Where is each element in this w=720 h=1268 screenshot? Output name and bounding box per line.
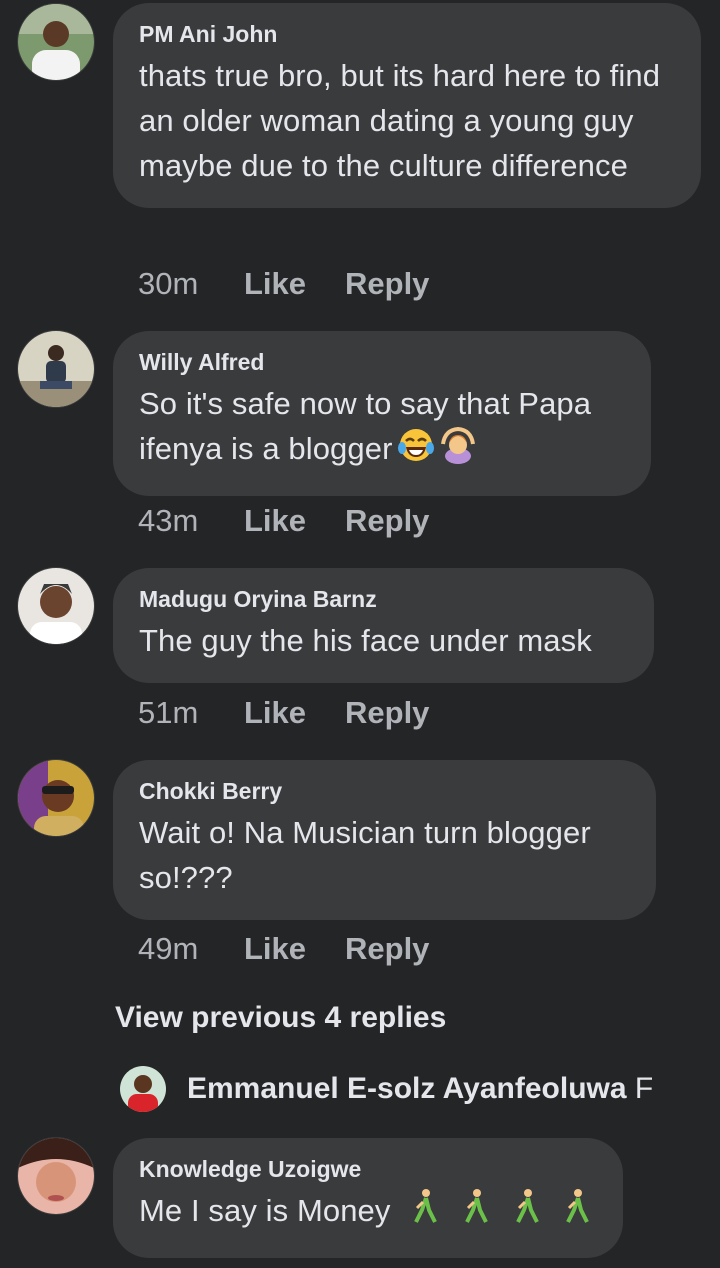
avatar[interactable] — [120, 1066, 166, 1112]
reply-button[interactable]: Reply — [345, 693, 429, 733]
like-button[interactable]: Like — [244, 929, 345, 969]
comment-thread: PM Ani John thats true bro, but its hard… — [0, 0, 720, 1268]
comment-author[interactable]: PM Ani John — [139, 19, 675, 49]
comment-bubble[interactable]: Chokki Berry Wait o! Na Musician turn bl… — [113, 760, 656, 920]
like-button[interactable]: Like — [244, 501, 345, 541]
comment-text: thats true bro, but its hard here to fin… — [139, 58, 661, 183]
reply-preview-author: Emmanuel E-solz Ayanfeoluwa F — [187, 1069, 653, 1109]
comment-time: 51m — [138, 695, 199, 730]
comment-bubble[interactable]: PM Ani John thats true bro, but its hard… — [113, 3, 701, 208]
comment-author[interactable]: Madugu Oryina Barnz — [139, 584, 628, 614]
avatar[interactable] — [18, 331, 94, 407]
comment-bubble[interactable]: Knowledge Uzoigwe Me I say is Money — [113, 1138, 623, 1258]
comment-author[interactable]: Knowledge Uzoigwe — [139, 1154, 597, 1184]
user-avatar-icon — [18, 4, 94, 80]
comment-actions: 43m Like Reply — [138, 501, 429, 541]
comment-author[interactable]: Chokki Berry — [139, 776, 630, 806]
reply-preview[interactable]: Emmanuel E-solz Ayanfeoluwa F — [120, 1065, 720, 1113]
user-avatar-icon — [18, 331, 94, 407]
comment-text: Me I say is Money — [139, 1188, 597, 1238]
person-walking-emoji-icon — [411, 1188, 441, 1238]
user-avatar-icon — [18, 760, 94, 836]
comment-text: So it's safe now to say that Papa ifenya… — [139, 381, 625, 476]
user-avatar-icon — [18, 1138, 94, 1214]
person-walking-emoji-icon — [513, 1188, 543, 1238]
reply-preview-text: F — [634, 1072, 654, 1105]
comment-actions: 49m Like Reply — [138, 929, 429, 969]
comment-author[interactable]: Willy Alfred — [139, 347, 625, 377]
tears-of-joy-emoji-icon — [397, 426, 435, 476]
user-avatar-icon — [18, 568, 94, 644]
avatar[interactable] — [18, 1138, 94, 1214]
comment-text-content: Me I say is Money — [139, 1193, 391, 1229]
reply-button[interactable]: Reply — [345, 264, 429, 304]
avatar[interactable] — [18, 568, 94, 644]
avatar[interactable] — [18, 760, 94, 836]
reply-button[interactable]: Reply — [345, 501, 429, 541]
user-avatar-icon — [120, 1066, 166, 1112]
comment-text-content: So it's safe now to say that Papa ifenya… — [139, 386, 592, 467]
reply-button[interactable]: Reply — [345, 929, 429, 969]
person-gesturing-ok-emoji-icon — [439, 426, 477, 476]
like-button[interactable]: Like — [244, 693, 345, 733]
comment-actions: 51m Like Reply — [138, 693, 429, 733]
comment-text: Wait o! Na Musician turn blogger so!??? — [139, 815, 591, 895]
comment-bubble[interactable]: Willy Alfred So it's safe now to say tha… — [113, 331, 651, 496]
comment-time: 30m — [138, 266, 199, 301]
reply-preview-name: Emmanuel E-solz Ayanfeoluwa — [187, 1072, 627, 1105]
comment-actions: 30m Like Reply — [138, 264, 429, 304]
avatar[interactable] — [18, 4, 94, 80]
person-walking-emoji-icon — [563, 1188, 593, 1238]
like-button[interactable]: Like — [244, 264, 345, 304]
person-walking-emoji-icon — [462, 1188, 492, 1238]
comment-bubble[interactable]: Madugu Oryina Barnz The guy the his face… — [113, 568, 654, 683]
comment-time: 49m — [138, 931, 199, 966]
comment-text: The guy the his face under mask — [139, 623, 592, 658]
view-previous-replies-link[interactable]: View previous 4 replies — [115, 998, 446, 1038]
comment-time: 43m — [138, 503, 199, 538]
